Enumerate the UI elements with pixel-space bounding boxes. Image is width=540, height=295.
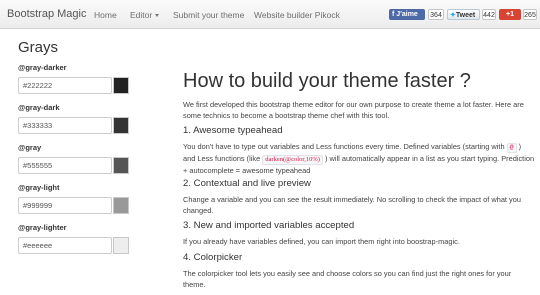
- variable-label-gray: @gray: [18, 143, 42, 152]
- facebook-like-count: 364: [428, 9, 444, 20]
- code-at-symbol: @: [506, 143, 517, 153]
- color-swatch-gray-darker[interactable]: [113, 77, 129, 94]
- color-swatch-gray[interactable]: [113, 157, 129, 174]
- navbar: Bootstrap Magic Home Editor Submit your …: [0, 0, 540, 29]
- tweet-label: Tweet: [455, 12, 476, 19]
- variable-label-gray-dark: @gray-dark: [18, 103, 60, 112]
- tweet-count: 442: [482, 9, 496, 20]
- variable-input-gray-lighter[interactable]: #eeeeee: [18, 237, 112, 254]
- color-swatch-gray-lighter[interactable]: [113, 237, 129, 254]
- google-plus-one-button[interactable]: +1: [499, 9, 521, 20]
- variable-input-gray-darker[interactable]: #222222: [18, 77, 112, 94]
- section-text-typeahead: You don't have to type out variables and…: [183, 141, 535, 176]
- variable-input-gray[interactable]: #555555: [18, 157, 112, 174]
- tweet-button[interactable]: ✦Tweet: [447, 9, 480, 20]
- section-heading-typeahead: 1. Awesome typeahead: [183, 125, 283, 136]
- color-swatch-gray-dark[interactable]: [113, 117, 129, 134]
- page-title: How to build your theme faster ?: [183, 70, 471, 92]
- facebook-like-button[interactable]: f J'aime: [389, 9, 425, 20]
- code-darken-function: darken(@color,10%): [262, 155, 323, 165]
- section-text-variables: If you already have variables defined, y…: [183, 237, 460, 246]
- facebook-icon: f: [392, 11, 395, 18]
- google-plus-count: 265: [523, 9, 537, 20]
- typeahead-text-a: You don't have to type out variables and…: [183, 142, 505, 151]
- brand-link[interactable]: Bootstrap Magic: [7, 8, 86, 20]
- nav-editor-label: Editor: [130, 10, 153, 20]
- nav-website-builder[interactable]: Website builder Pikock: [254, 10, 340, 20]
- variable-label-gray-lighter: @gray-lighter: [18, 223, 67, 232]
- caret-down-icon: [155, 14, 160, 17]
- variable-label-gray-light: @gray-light: [18, 183, 60, 192]
- section-heading-live-preview: 2. Contextual and live preview: [183, 178, 311, 189]
- intro-paragraph: We first developed this bootstrap theme …: [183, 100, 524, 120]
- variable-input-gray-dark[interactable]: #333333: [18, 117, 112, 134]
- variable-input-gray-light[interactable]: #999999: [18, 197, 112, 214]
- section-title-grays: Grays: [18, 39, 59, 56]
- nav-home[interactable]: Home: [94, 10, 117, 20]
- facebook-like-label: J'aime: [396, 11, 418, 18]
- section-heading-variables: 3. New and imported variables accepted: [183, 220, 355, 231]
- nav-submit-theme[interactable]: Submit your theme: [173, 10, 244, 20]
- section-heading-colorpicker: 4. Colorpicker: [183, 252, 243, 263]
- variable-label-gray-darker: @gray-darker: [18, 63, 67, 72]
- nav-editor-dropdown[interactable]: Editor: [130, 10, 160, 20]
- section-text-colorpicker: The colorpicker tool lets you easily see…: [183, 269, 512, 289]
- section-text-live-preview: Change a variable and you can see the re…: [183, 195, 521, 215]
- color-swatch-gray-light[interactable]: [113, 197, 129, 214]
